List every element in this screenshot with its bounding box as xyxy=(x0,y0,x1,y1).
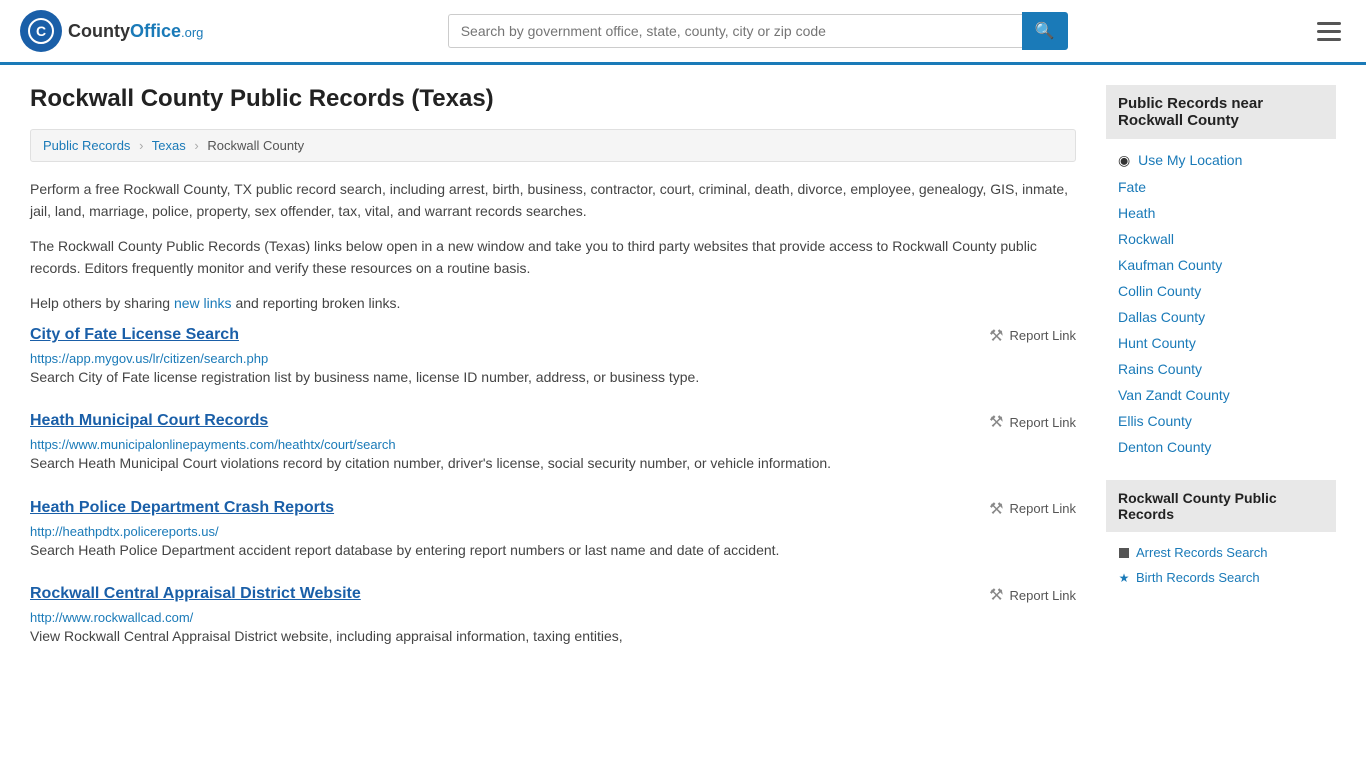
record-entry: Heath Municipal Court Records ⚒ Report L… xyxy=(30,412,1076,474)
description-2: The Rockwall County Public Records (Texa… xyxy=(30,235,1076,280)
record-entry: Heath Police Department Crash Reports ⚒ … xyxy=(30,499,1076,561)
record-header: Heath Municipal Court Records ⚒ Report L… xyxy=(30,412,1076,432)
report-link-label[interactable]: Report Link xyxy=(1010,415,1076,430)
report-link-icon: ⚒ xyxy=(989,412,1003,432)
report-link-area: ⚒ Report Link xyxy=(989,326,1076,346)
report-link-area: ⚒ Report Link xyxy=(989,585,1076,605)
public-records-link[interactable]: Birth Records Search xyxy=(1136,570,1260,585)
report-link-icon: ⚒ xyxy=(989,326,1003,346)
record-description: Search Heath Municipal Court violations … xyxy=(30,452,1076,474)
nearby-place-item: Collin County xyxy=(1106,278,1336,304)
breadcrumb-sep: › xyxy=(139,138,143,153)
main-content: Rockwall County Public Records (Texas) P… xyxy=(30,85,1076,672)
record-header: Heath Police Department Crash Reports ⚒ … xyxy=(30,499,1076,519)
nearby-place-link[interactable]: Collin County xyxy=(1118,283,1201,299)
search-icon: 🔍 xyxy=(1035,23,1055,40)
menu-button[interactable] xyxy=(1312,17,1346,46)
report-link-label[interactable]: Report Link xyxy=(1010,588,1076,603)
logo-icon: C xyxy=(20,10,62,52)
record-entry: Rockwall Central Appraisal District Webs… xyxy=(30,585,1076,647)
report-link-icon: ⚒ xyxy=(989,499,1003,519)
description-3-suffix: and reporting broken links. xyxy=(232,295,401,311)
nearby-place-link[interactable]: Rockwall xyxy=(1118,231,1174,247)
record-header: Rockwall Central Appraisal District Webs… xyxy=(30,585,1076,605)
record-title[interactable]: City of Fate License Search xyxy=(30,326,239,344)
public-records-link-item: ★ Birth Records Search xyxy=(1106,565,1336,590)
header: C CountyOffice.org 🔍 xyxy=(0,0,1366,65)
hamburger-line xyxy=(1317,22,1341,25)
breadcrumb-public-records[interactable]: Public Records xyxy=(43,138,130,153)
record-description: Search Heath Police Department accident … xyxy=(30,539,1076,561)
nearby-place-item: Rains County xyxy=(1106,356,1336,382)
sidebar: Public Records near Rockwall County ◉ Us… xyxy=(1106,85,1336,672)
hamburger-line xyxy=(1317,30,1341,33)
main-container: Rockwall County Public Records (Texas) P… xyxy=(0,65,1366,692)
search-area: 🔍 xyxy=(448,12,1068,50)
record-description: View Rockwall Central Appraisal District… xyxy=(30,625,1076,647)
breadcrumb-sep2: › xyxy=(194,138,198,153)
nearby-place-item: Rockwall xyxy=(1106,226,1336,252)
report-link-icon: ⚒ xyxy=(989,585,1003,605)
nearby-place-link[interactable]: Dallas County xyxy=(1118,309,1205,325)
nearby-place-link[interactable]: Rains County xyxy=(1118,361,1202,377)
nearby-place-item: Kaufman County xyxy=(1106,252,1336,278)
new-links-link[interactable]: new links xyxy=(174,295,232,311)
nearby-place-link[interactable]: Van Zandt County xyxy=(1118,387,1230,403)
use-location-item[interactable]: ◉ Use My Location xyxy=(1106,147,1336,174)
nearby-place-item: Hunt County xyxy=(1106,330,1336,356)
nearby-place-link[interactable]: Kaufman County xyxy=(1118,257,1222,273)
breadcrumb: Public Records › Texas › Rockwall County xyxy=(30,129,1076,162)
nearby-place-link[interactable]: Denton County xyxy=(1118,439,1211,455)
nearby-place-item: Denton County xyxy=(1106,434,1336,460)
nearby-place-item: Heath xyxy=(1106,200,1336,226)
record-title[interactable]: Heath Police Department Crash Reports xyxy=(30,499,334,517)
breadcrumb-current: Rockwall County xyxy=(207,138,304,153)
nearby-place-item: Fate xyxy=(1106,174,1336,200)
logo-area: C CountyOffice.org xyxy=(20,10,203,52)
record-url[interactable]: https://www.municipalonlinepayments.com/… xyxy=(30,437,396,452)
star-icon: ★ xyxy=(1118,572,1130,584)
nearby-place-link[interactable]: Ellis County xyxy=(1118,413,1192,429)
nearby-section: Public Records near Rockwall County ◉ Us… xyxy=(1106,85,1336,460)
description-1: Perform a free Rockwall County, TX publi… xyxy=(30,178,1076,223)
nearby-place-item: Dallas County xyxy=(1106,304,1336,330)
nearby-place-link[interactable]: Hunt County xyxy=(1118,335,1196,351)
description-3-prefix: Help others by sharing xyxy=(30,295,174,311)
record-url[interactable]: https://app.mygov.us/lr/citizen/search.p… xyxy=(30,351,268,366)
nearby-place-link[interactable]: Heath xyxy=(1118,205,1155,221)
use-location-link[interactable]: Use My Location xyxy=(1138,152,1242,168)
hamburger-line xyxy=(1317,38,1341,41)
record-url[interactable]: http://www.rockwallcad.com/ xyxy=(30,610,193,625)
public-records-sidebar-title: Rockwall County Public Records xyxy=(1106,480,1336,532)
public-records-link[interactable]: Arrest Records Search xyxy=(1136,545,1268,560)
nearby-place-link[interactable]: Fate xyxy=(1118,179,1146,195)
record-entry: City of Fate License Search ⚒ Report Lin… xyxy=(30,326,1076,388)
description-3: Help others by sharing new links and rep… xyxy=(30,292,1076,314)
logo-text: CountyOffice.org xyxy=(68,21,203,42)
search-input[interactable] xyxy=(448,14,1022,48)
public-records-section: Rockwall County Public Records Arrest Re… xyxy=(1106,480,1336,590)
svg-text:C: C xyxy=(36,23,46,39)
report-link-area: ⚒ Report Link xyxy=(989,499,1076,519)
record-title[interactable]: Rockwall Central Appraisal District Webs… xyxy=(30,585,361,603)
breadcrumb-texas[interactable]: Texas xyxy=(152,138,186,153)
location-icon: ◉ xyxy=(1118,152,1130,168)
report-link-label[interactable]: Report Link xyxy=(1010,501,1076,516)
record-title[interactable]: Heath Municipal Court Records xyxy=(30,412,268,430)
search-button[interactable]: 🔍 xyxy=(1022,12,1068,50)
record-url[interactable]: http://heathpdtx.policereports.us/ xyxy=(30,524,219,539)
record-header: City of Fate License Search ⚒ Report Lin… xyxy=(30,326,1076,346)
record-description: Search City of Fate license registration… xyxy=(30,366,1076,388)
nearby-title: Public Records near Rockwall County xyxy=(1106,85,1336,139)
record-list: City of Fate License Search ⚒ Report Lin… xyxy=(30,326,1076,648)
report-link-label[interactable]: Report Link xyxy=(1010,328,1076,343)
public-records-link-item: Arrest Records Search xyxy=(1106,540,1336,565)
public-records-links: Arrest Records Search ★ Birth Records Sear… xyxy=(1106,540,1336,590)
bullet-icon xyxy=(1118,547,1130,559)
page-title: Rockwall County Public Records (Texas) xyxy=(30,85,1076,113)
nearby-place-item: Van Zandt County xyxy=(1106,382,1336,408)
report-link-area: ⚒ Report Link xyxy=(989,412,1076,432)
nearby-place-item: Ellis County xyxy=(1106,408,1336,434)
nearby-places-list: Fate Heath Rockwall Kaufman County Collin Co… xyxy=(1106,174,1336,460)
